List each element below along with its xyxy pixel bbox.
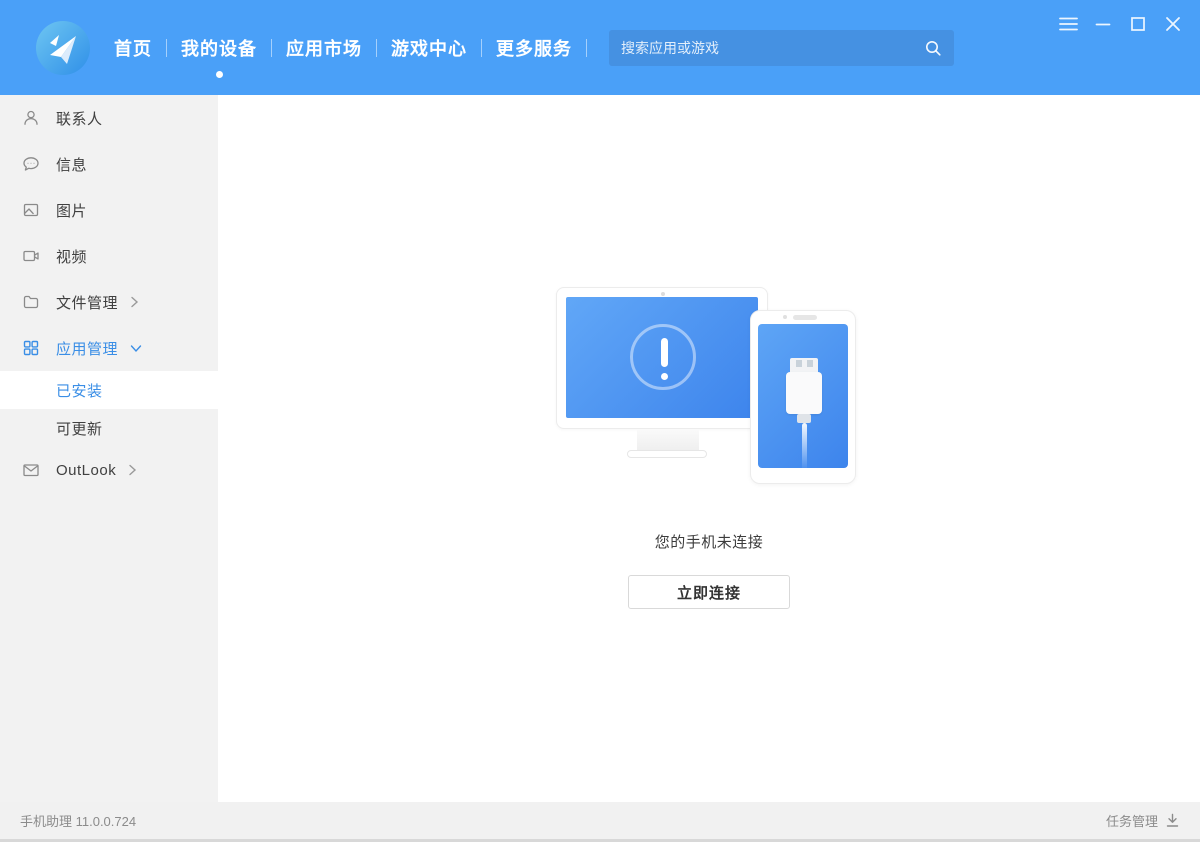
chevron-right-icon	[130, 296, 139, 308]
usb-connector-body	[786, 372, 822, 414]
search-icon[interactable]	[924, 39, 942, 57]
nav-home[interactable]: 首页	[100, 35, 166, 61]
usb-pin	[796, 360, 802, 367]
search-input[interactable]	[621, 40, 924, 56]
exclamation-dot	[661, 373, 668, 380]
sidebar-item-label: 图片	[56, 200, 87, 221]
nav-game-center-label: 游戏中心	[391, 39, 467, 59]
nav-my-devices[interactable]: 我的设备	[167, 35, 271, 61]
usb-cable	[802, 423, 807, 471]
sidebar-item-label: 文件管理	[56, 292, 118, 313]
main-content: 您的手机未连接 立即连接	[218, 95, 1200, 802]
monitor-stand-base	[627, 450, 707, 458]
window-controls	[1057, 13, 1184, 35]
nav-app-market-label: 应用市场	[286, 39, 362, 59]
apps-icon	[22, 339, 40, 357]
minimize-icon[interactable]	[1092, 13, 1114, 35]
search-box	[609, 30, 954, 66]
folder-icon	[22, 293, 40, 311]
connect-now-button[interactable]: 立即连接	[628, 575, 790, 609]
nav-home-label: 首页	[114, 39, 152, 59]
download-icon	[1165, 813, 1180, 828]
videos-icon	[22, 247, 40, 265]
sidebar-subitem-label: 可更新	[56, 418, 103, 439]
phone-camera-dot	[783, 315, 787, 319]
maximize-icon[interactable]	[1127, 13, 1149, 35]
sidebar-item-videos[interactable]: 视频	[0, 233, 218, 279]
exclamation-mark	[661, 338, 668, 367]
app-logo-icon[interactable]	[36, 21, 90, 75]
pictures-icon	[22, 201, 40, 219]
messages-icon	[22, 155, 40, 173]
contacts-icon	[22, 109, 40, 127]
sidebar-item-messages[interactable]: 信息	[0, 141, 218, 187]
nav-game-center[interactable]: 游戏中心	[377, 35, 481, 61]
active-nav-dot	[216, 71, 223, 78]
header: 首页 我的设备 应用市场 游戏中心 更多服务	[0, 0, 1200, 95]
menu-icon[interactable]	[1057, 13, 1079, 35]
nav-more-services-label: 更多服务	[496, 39, 572, 59]
close-icon[interactable]	[1162, 13, 1184, 35]
sidebar-item-label: OutLook	[56, 462, 116, 479]
sidebar-item-outlook[interactable]: OutLook	[0, 447, 218, 493]
main-nav: 首页 我的设备 应用市场 游戏中心 更多服务	[100, 35, 587, 61]
nav-more-services[interactable]: 更多服务	[482, 35, 586, 61]
sidebar-item-file-manager[interactable]: 文件管理	[0, 279, 218, 325]
sidebar-item-app-manager[interactable]: 应用管理	[0, 325, 218, 371]
status-bar: 手机助理 11.0.0.724 任务管理	[0, 802, 1200, 842]
usb-pin	[807, 360, 813, 367]
sidebar-item-pictures[interactable]: 图片	[0, 187, 218, 233]
disconnected-status-text: 您的手机未连接	[218, 531, 1200, 552]
nav-my-devices-label: 我的设备	[181, 39, 257, 59]
nav-app-market[interactable]: 应用市场	[272, 35, 376, 61]
sidebar-item-label: 应用管理	[56, 338, 118, 359]
sidebar: 联系人 信息 图片	[0, 95, 218, 802]
sidebar-subitem-updatable[interactable]: 可更新	[0, 409, 218, 447]
sidebar-item-label: 信息	[56, 154, 87, 175]
chevron-right-icon	[128, 464, 137, 476]
sidebar-item-label: 视频	[56, 246, 87, 267]
phone-assistant-window: 首页 我的设备 应用市场 游戏中心 更多服务	[0, 0, 1200, 842]
monitor-camera-dot	[661, 292, 665, 296]
task-manager-label: 任务管理	[1106, 811, 1158, 830]
monitor-stand-neck	[637, 429, 699, 452]
app-version-text: 手机助理 11.0.0.724	[20, 811, 136, 830]
sidebar-item-label: 联系人	[56, 108, 103, 129]
usb-connector-neck	[797, 414, 811, 423]
nav-separator	[586, 39, 587, 57]
sidebar-item-contacts[interactable]: 联系人	[0, 95, 218, 141]
task-manager-button[interactable]: 任务管理	[1106, 811, 1180, 830]
chevron-down-icon	[130, 344, 142, 353]
sidebar-subitem-installed[interactable]: 已安装	[0, 371, 218, 409]
phone-speaker-pill	[793, 315, 817, 320]
mail-icon	[22, 461, 40, 479]
sidebar-subitem-label: 已安装	[56, 380, 103, 401]
